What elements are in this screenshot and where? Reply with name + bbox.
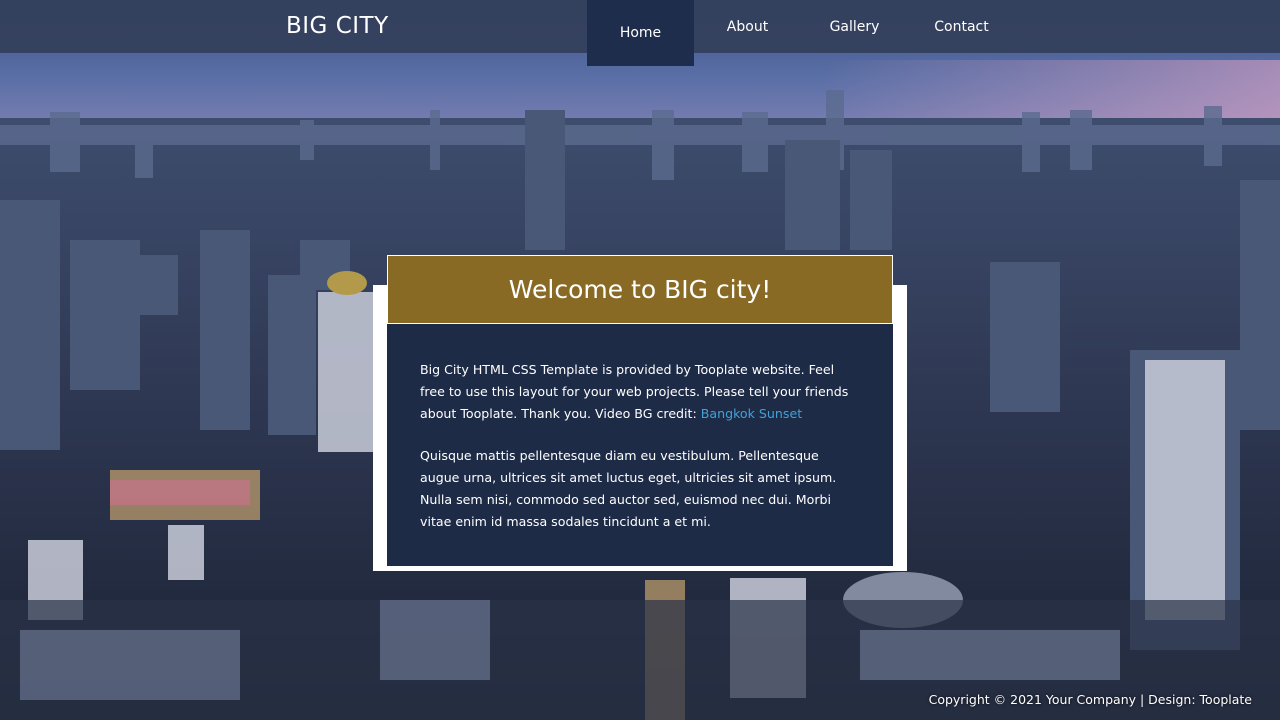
page: BIG CITY Home About Gallery Contact Welc… [0,0,1280,720]
nav-gallery-label: Gallery [829,18,880,35]
nav-gallery[interactable]: Gallery [801,0,908,53]
welcome-title: Welcome to BIG city! [508,275,772,304]
site-brand[interactable]: BIG CITY [286,13,389,39]
nav-about[interactable]: About [694,0,801,53]
welcome-card-body: Big City HTML CSS Template is provided b… [387,324,893,533]
top-navbar: BIG CITY Home About Gallery Contact [0,0,1280,66]
welcome-paragraph-2: Quisque mattis pellentesque diam eu vest… [420,448,837,529]
footer-copyright: Copyright © 2021 Your Company | Design: … [928,692,1252,707]
welcome-card: Welcome to BIG city! Big City HTML CSS T… [387,255,893,566]
nav-home-label: Home [619,25,662,41]
nav-home[interactable]: Home [587,0,694,66]
bangkok-sunset-link[interactable]: Bangkok Sunset [701,406,802,421]
nav-contact-label: Contact [934,18,989,35]
welcome-paragraph-1: Big City HTML CSS Template is provided b… [420,359,860,425]
nav-about-label: About [726,18,769,35]
nav-contact[interactable]: Contact [908,0,1015,53]
welcome-card-header: Welcome to BIG city! [387,255,893,324]
main-nav: Home About Gallery Contact [587,0,1015,66]
